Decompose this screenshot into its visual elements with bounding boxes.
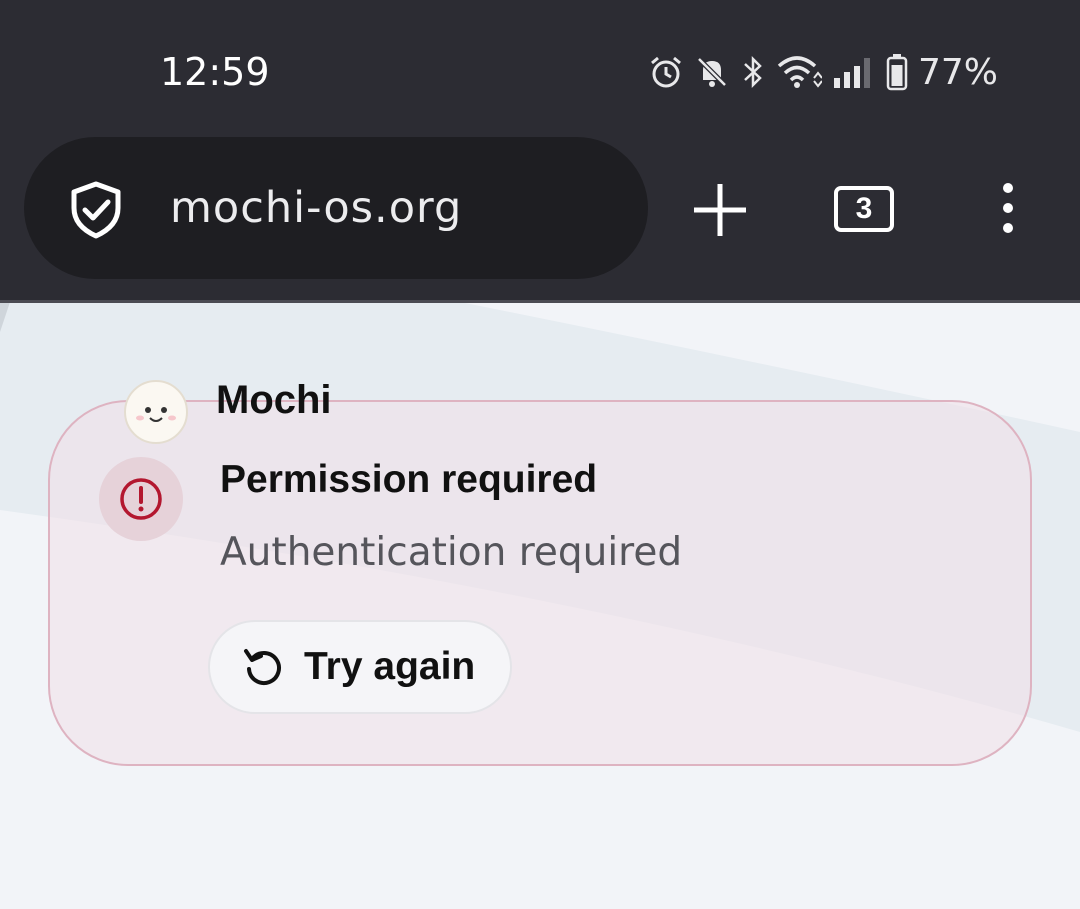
refresh-icon [244,649,281,686]
app-name: Mochi [216,378,332,422]
try-again-label: Try again [304,645,476,688]
bluetooth-icon [744,55,762,89]
plus-icon[interactable] [690,180,750,240]
notification-message: Authentication required [220,530,683,575]
alert-circle-icon [99,457,183,541]
toolbar-divider [0,300,1080,303]
more-vert-icon[interactable] [998,182,1018,234]
status-icons: 77% [648,50,998,94]
shield-check-icon[interactable] [66,180,126,240]
bell-off-icon [697,57,727,87]
notification-card [48,400,1032,766]
status-bar: 12:59 77% [0,0,1080,140]
battery-icon [886,54,908,91]
wifi-icon [777,56,822,88]
battery-percent: 77% [917,51,998,93]
notification-title: Permission required [220,458,598,501]
tab-switcher-button[interactable]: 3 [834,186,894,232]
signal-icon [833,58,870,88]
url-text[interactable]: mochi-os.org [170,183,462,233]
mochi-avatar-icon [124,380,188,444]
try-again-button[interactable]: Try again [208,620,512,714]
status-clock: 12:59 [160,50,270,94]
alarm-icon [651,56,681,88]
